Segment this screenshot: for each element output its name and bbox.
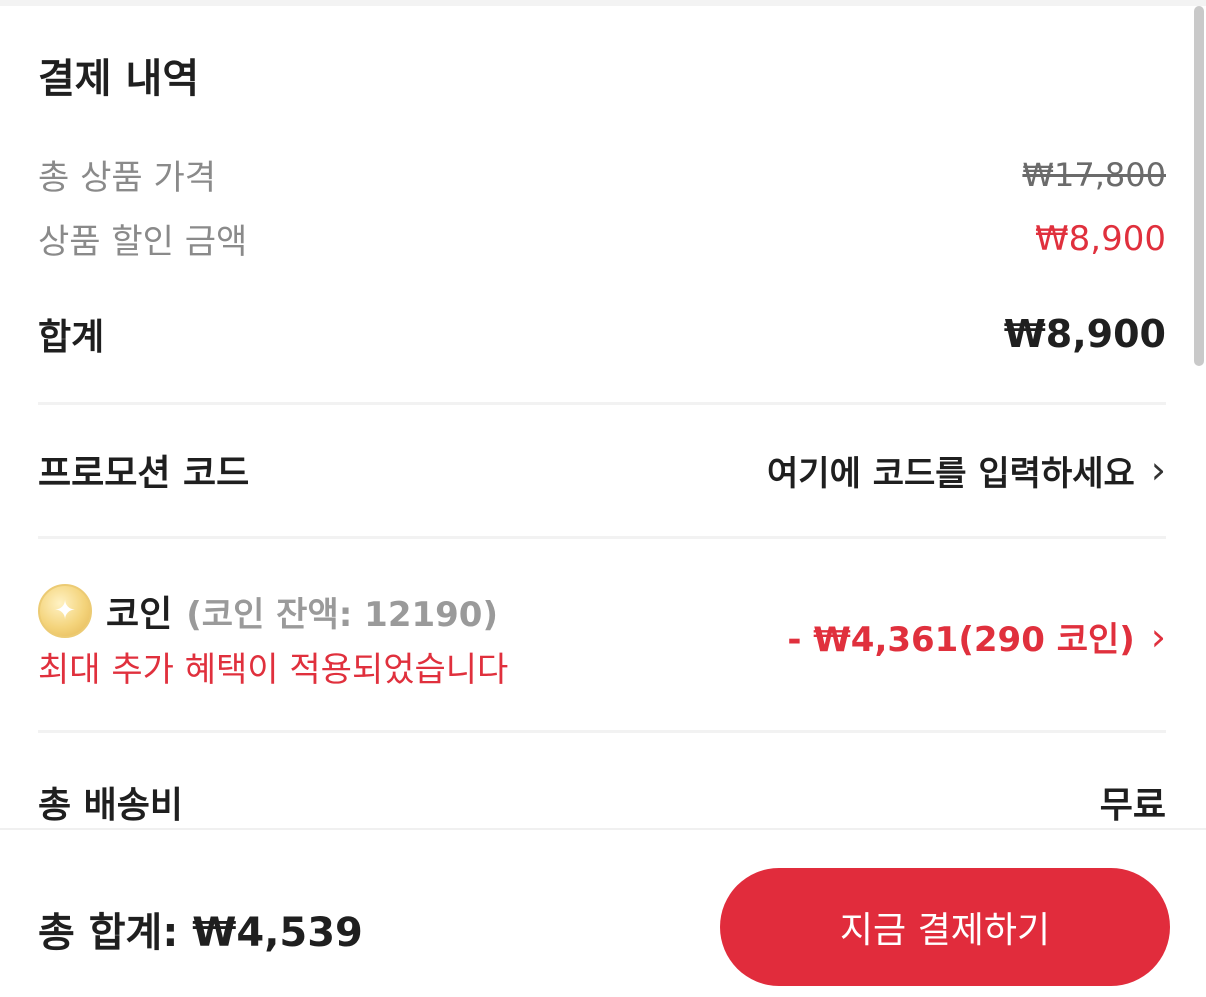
scrollbar[interactable] [1194, 6, 1204, 366]
promo-code-label: 프로모션 코드 [38, 453, 250, 494]
divider [38, 402, 1166, 405]
discount-row: 상품 할인 금액 ₩8,900 [38, 214, 1166, 263]
divider [38, 730, 1166, 733]
section-title: 결제 내역 [38, 56, 200, 102]
total-product-price-label: 총 상품 가격 [38, 158, 217, 198]
discount-label: 상품 할인 금액 [38, 222, 248, 262]
shipping-value: 무료 [1099, 785, 1166, 826]
total-product-price-value: ₩17,800 [1022, 155, 1166, 194]
checkout-footer: 총 합계: ₩4,539 지금 결제하기 [0, 828, 1206, 997]
promo-code-placeholder: 여기에 코드를 입력하세요 [767, 453, 1135, 494]
coin-label: 코인 [106, 594, 173, 635]
promo-code-row[interactable]: 프로모션 코드 여기에 코드를 입력하세요 › [38, 444, 1166, 496]
coin-row[interactable]: ✦ 코인 (코인 잔액: 12190) 최대 추가 혜택이 적용되었습니다 - … [38, 584, 1166, 694]
coin-balance: (코인 잔액: 12190) [186, 594, 499, 635]
sum-label: 합계 [38, 317, 105, 358]
promo-code-input[interactable]: 여기에 코드를 입력하세요 › [767, 446, 1166, 495]
coin-icon: ✦ [38, 584, 92, 638]
chevron-right-icon: › [1150, 448, 1166, 492]
total-product-price-row: 총 상품 가격 ₩17,800 [38, 150, 1166, 199]
shipping-label: 총 배송비 [38, 785, 184, 826]
shipping-row: 총 배송비 무료 [38, 776, 1166, 828]
pay-now-button[interactable]: 지금 결제하기 [720, 868, 1170, 986]
discount-value: ₩8,900 [1035, 218, 1166, 259]
coin-header: ✦ 코인 (코인 잔액: 12190) [38, 584, 498, 638]
grand-total: 총 합계: ₩4,539 [38, 910, 363, 956]
sum-value: ₩8,900 [1003, 312, 1166, 356]
coin-discount[interactable]: - ₩4,361(290 코인) › [787, 612, 1166, 661]
sum-row: 합계 ₩8,900 [38, 308, 1166, 360]
checkout-page: 결제 내역 총 상품 가격 ₩17,800 상품 할인 금액 ₩8,900 합계… [0, 0, 1206, 997]
top-divider [0, 0, 1206, 6]
chevron-right-icon: › [1150, 614, 1166, 659]
coin-benefit-note: 최대 추가 혜택이 적용되었습니다 [38, 650, 509, 690]
coin-discount-amount: - ₩4,361(290 코인) [787, 620, 1135, 660]
divider [38, 536, 1166, 539]
